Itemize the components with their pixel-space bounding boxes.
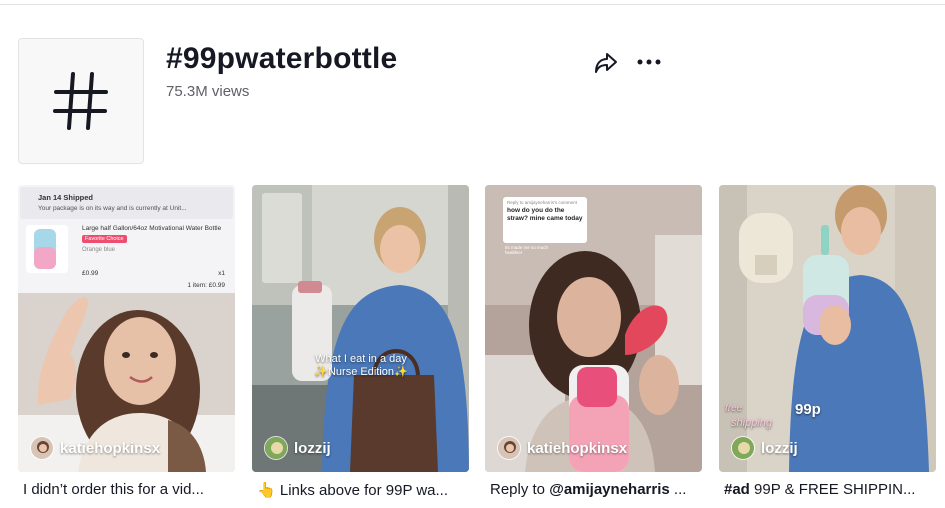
avatar — [731, 436, 755, 460]
caption-mention[interactable]: @amijayneharris — [549, 481, 670, 498]
overlay-caption: What I eat in a day ✨Nurse Edition✨ — [294, 353, 428, 378]
video-author[interactable]: lozzij — [731, 436, 798, 460]
caption-text: I didn’t order this for a vid... — [23, 481, 204, 498]
video-author[interactable]: lozzij — [264, 436, 331, 460]
overlay-line: ✨Nurse Edition✨ — [314, 366, 408, 378]
video-caption[interactable]: 👆 Links above for 99P wa... — [257, 481, 464, 499]
shipping-quantity: x1 — [218, 270, 225, 277]
avatar — [264, 436, 288, 460]
overlay-shipping: shipping — [731, 417, 772, 429]
shipping-status: Jan 14 Shipped — [38, 193, 94, 202]
author-name: katiehopkinsx — [60, 439, 161, 457]
shipping-total: 1 item: £0.99 — [187, 282, 225, 289]
shipping-notification: Jan 14 Shipped Your package is on its wa… — [20, 187, 233, 289]
video-caption[interactable]: #ad 99P & FREE SHIPPIN... — [724, 481, 931, 498]
video-caption[interactable]: I didn’t order this for a vid... — [23, 481, 230, 498]
avatar — [497, 436, 521, 460]
share-button[interactable] — [592, 50, 620, 76]
caption-text: 99P & FREE SHIPPIN... — [749, 481, 916, 498]
video-thumbnail[interactable]: What I eat in a day ✨Nurse Edition✨ lozz… — [252, 185, 469, 472]
more-dots-icon — [637, 59, 661, 65]
caption-text: Links above for 99P wa... — [279, 482, 449, 499]
page-title: #99pwaterbottle — [166, 42, 398, 75]
share-arrow-icon — [595, 53, 617, 73]
overlay-price: 99p — [795, 401, 821, 418]
hashtag-avatar — [18, 38, 144, 164]
caption-emoji: 👆 — [257, 482, 276, 499]
video-thumbnail[interactable]: Reply to amijayneharris's comment how do… — [485, 185, 702, 472]
video-card[interactable]: Jan 14 Shipped Your package is on its wa… — [18, 185, 235, 498]
comment-reply-label: Reply to amijayneharris's comment — [507, 200, 577, 205]
shipping-price: £0.99 — [82, 270, 99, 277]
video-caption[interactable]: Reply to @amijayneharris ... — [490, 481, 697, 498]
favorite-badge: Favorite Choice — [82, 235, 127, 243]
video-thumbnail[interactable]: free shipping 99p lozzij — [719, 185, 936, 472]
shipping-variant: Orange blue — [82, 247, 116, 253]
more-options-button[interactable] — [634, 50, 664, 74]
video-author[interactable]: katiehopkinsx — [30, 436, 160, 460]
caption-hashtag[interactable]: #ad — [724, 481, 750, 498]
caption-text: ... — [669, 481, 687, 498]
hashtag-icon — [53, 72, 108, 130]
comment-subtext: Its made me so much healthier — [505, 245, 549, 255]
overlay-free: free — [725, 403, 743, 414]
shipping-message: Your package is on its way and is curren… — [38, 205, 187, 212]
author-name: katiehopkinsx — [527, 439, 628, 457]
video-author[interactable]: katiehopkinsx — [497, 436, 627, 460]
thumbnail-image — [252, 185, 469, 472]
top-divider — [0, 4, 945, 5]
comment-text: how do you do the straw? mine came today — [507, 207, 583, 222]
video-card[interactable]: What I eat in a day ✨Nurse Edition✨ lozz… — [252, 185, 469, 499]
views-count: 75.3M views — [166, 83, 250, 100]
video-grid: Jan 14 Shipped Your package is on its wa… — [18, 185, 938, 505]
overlay-line: What I eat in a day — [315, 353, 407, 365]
shipping-product: Large half Gallon/64oz Motivational Wate… — [82, 225, 222, 232]
video-thumbnail[interactable]: Jan 14 Shipped Your package is on its wa… — [18, 185, 235, 472]
comment-reply-bubble: Reply to amijayneharris's comment how do… — [503, 197, 587, 243]
video-card[interactable]: Reply to amijayneharris's comment how do… — [485, 185, 702, 498]
caption-prefix: Reply to — [490, 481, 550, 498]
author-name: lozzij — [761, 439, 798, 457]
video-card[interactable]: free shipping 99p lozzij #ad 99P & FREE … — [719, 185, 936, 498]
author-name: lozzij — [294, 439, 331, 457]
avatar — [30, 436, 54, 460]
